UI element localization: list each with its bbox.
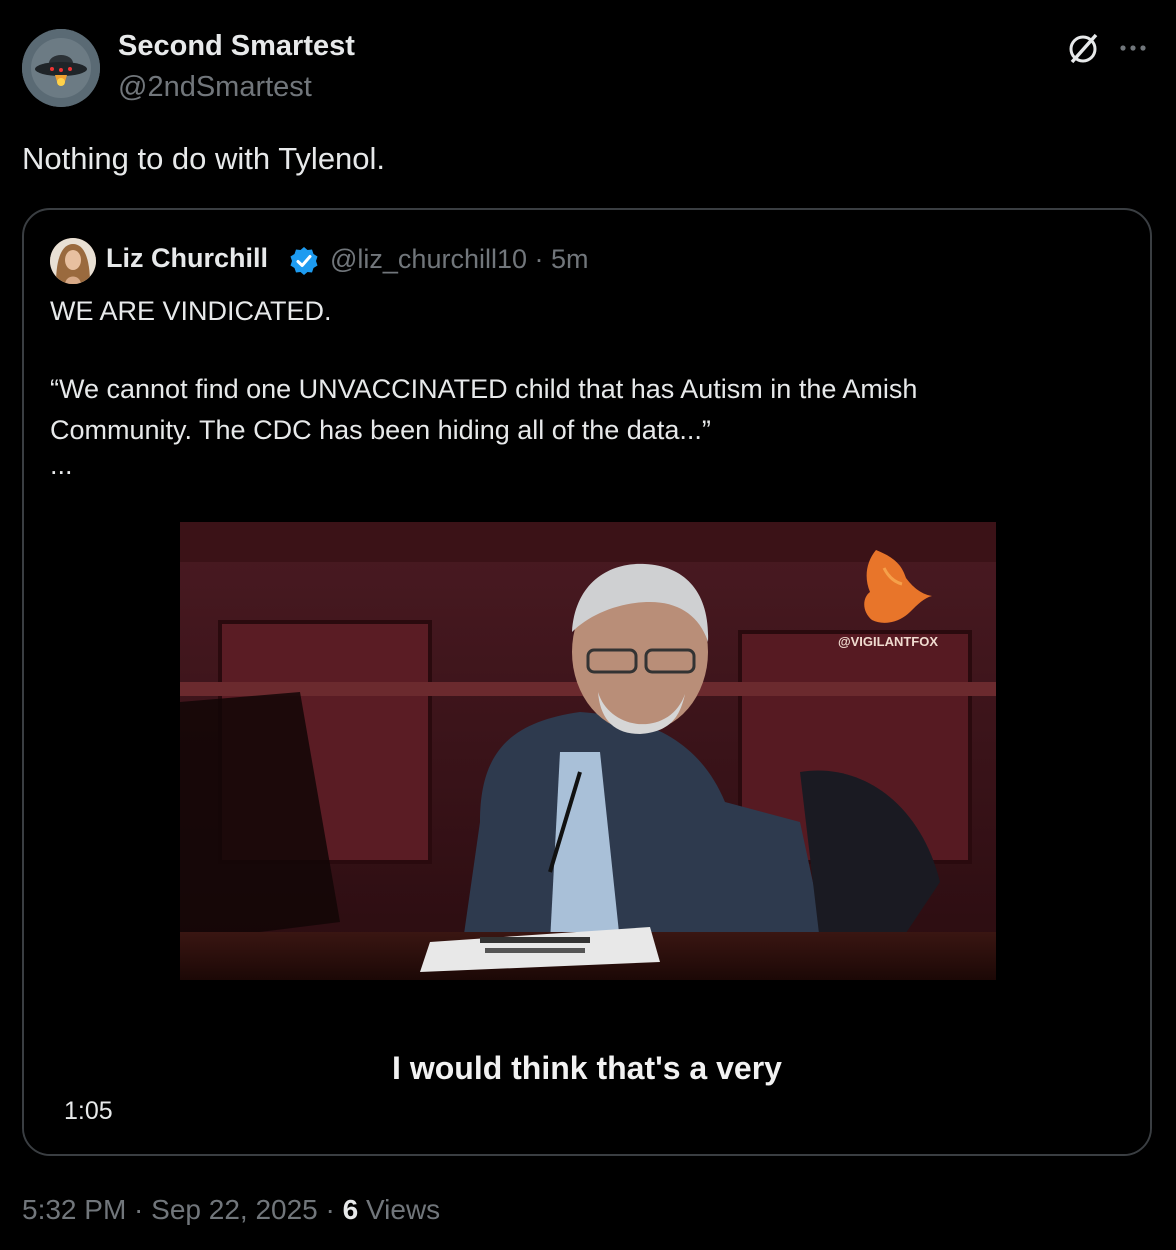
verified-badge-icon[interactable] <box>288 245 320 277</box>
ufo-avatar-icon <box>22 29 100 107</box>
author-avatar[interactable] <box>22 29 100 107</box>
quoted-author-name[interactable]: Liz Churchill <box>106 243 268 274</box>
views-label: Views <box>358 1194 441 1225</box>
post-timestamp[interactable]: 5:32 PM · Sep 22, 2025 · <box>22 1194 343 1225</box>
woman-avatar-icon <box>50 238 96 284</box>
more-icon[interactable] <box>1115 30 1151 66</box>
author-handle[interactable]: @2ndSmartest <box>118 71 312 104</box>
video-duration: 1:05 <box>52 1095 125 1128</box>
quoted-text-line: “We cannot find one UNVACCINATED child t… <box>50 374 918 404</box>
video-thumbnail: @VIGILANTFOX <box>180 522 996 980</box>
video-frame[interactable]: @VIGILANTFOX <box>180 522 996 980</box>
post-text: Nothing to do with Tylenol. <box>22 141 386 176</box>
quoted-text-line: Community. The CDC has been hiding all o… <box>50 415 711 445</box>
show-more-ellipsis[interactable]: ... <box>50 450 73 481</box>
quoted-author-avatar[interactable] <box>50 238 96 284</box>
video-caption: I would think that's a very <box>392 1050 782 1086</box>
grok-icon[interactable] <box>1064 30 1102 68</box>
quoted-post[interactable]: Liz Churchill @liz_churchill10 · 5m WE A… <box>22 208 1152 1156</box>
video-player[interactable]: @VIGILANTFOX I would think that's a very… <box>24 510 1150 1154</box>
video-watermark: @VIGILANTFOX <box>838 634 938 649</box>
quoted-text-line: WE ARE VINDICATED. <box>50 296 332 326</box>
post-metadata: 5:32 PM · Sep 22, 2025 · 6 Views <box>22 1194 440 1226</box>
views-count: 6 <box>342 1194 359 1225</box>
author-name[interactable]: Second Smartest <box>118 30 355 63</box>
quoted-handle-time[interactable]: @liz_churchill10 · 5m <box>330 244 589 275</box>
